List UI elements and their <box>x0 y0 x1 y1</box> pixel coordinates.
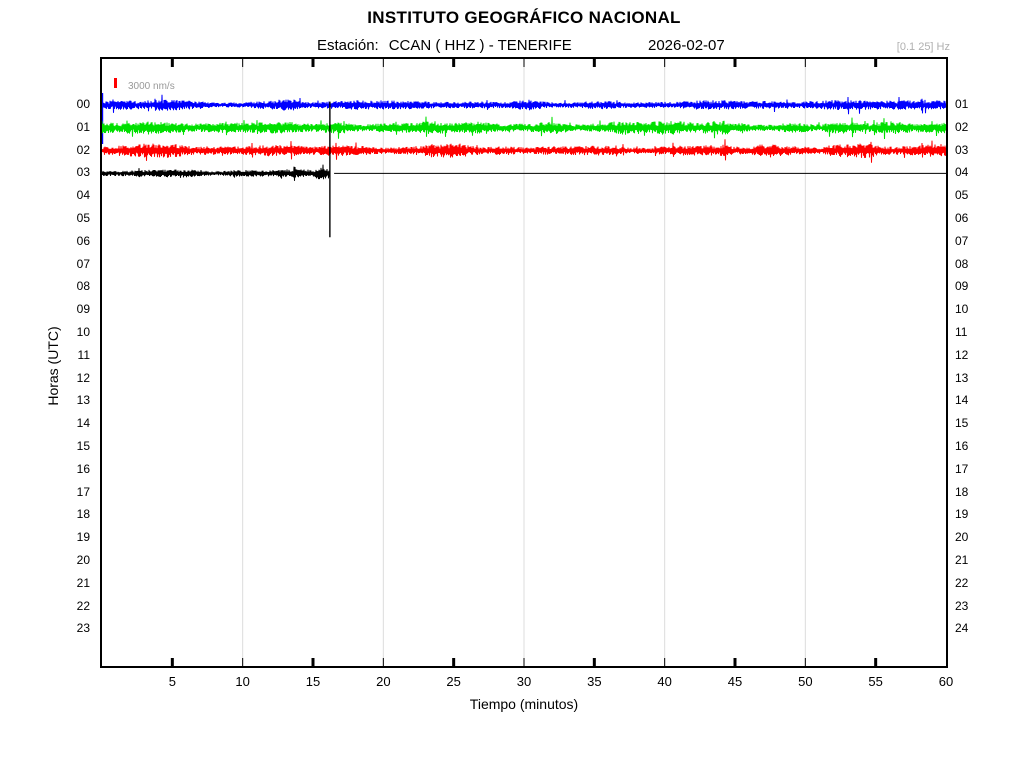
page-root: INSTITUTO GEOGRÁFICO NACIONAL Estación: C… <box>0 0 1024 768</box>
hour-label-right-11: 11 <box>955 325 968 339</box>
hour-label-left-10: 10 <box>76 325 90 339</box>
trace-hour-03 <box>102 164 330 181</box>
hour-label-right-05: 05 <box>955 188 969 203</box>
x-tick-label-25: 25 <box>446 674 461 689</box>
x-tick-label-5: 5 <box>168 674 176 689</box>
hour-label-right-18: 18 <box>955 484 969 499</box>
hour-label-left-12: 12 <box>76 370 90 385</box>
y-axis-label: Horas (UTC) <box>45 326 61 406</box>
hour-label-left-07: 07 <box>76 256 90 271</box>
x-tick-label-60: 60 <box>938 674 954 689</box>
hour-label-left-09: 09 <box>76 302 90 317</box>
x-tick-label-10: 10 <box>235 674 250 689</box>
x-tick-label-30: 30 <box>516 674 532 689</box>
hour-label-left-17: 17 <box>76 484 90 499</box>
plot-frame: 3000 nm/s <box>100 57 948 668</box>
x-tick-label-15: 15 <box>305 674 321 689</box>
hour-label-right-01: 01 <box>955 97 969 111</box>
hour-label-right-24: 24 <box>955 621 969 636</box>
hour-label-left-03: 03 <box>76 165 90 180</box>
hour-label-left-20: 20 <box>76 553 90 567</box>
seismogram-plot: 3000 nm/s <box>102 59 946 666</box>
hour-label-left-04: 04 <box>76 188 90 203</box>
hour-label-left-14: 14 <box>76 416 90 431</box>
hour-label-right-21: 21 <box>955 553 969 567</box>
station-value: CCAN ( HHZ ) - TENERIFE <box>388 37 572 54</box>
hour-label-right-14: 14 <box>955 393 969 408</box>
chart-title: INSTITUTO GEOGRÁFICO NACIONAL <box>367 8 681 27</box>
hour-label-left-00: 00 <box>76 97 90 111</box>
hour-label-right-20: 20 <box>955 530 969 545</box>
hour-label-right-22: 22 <box>955 575 969 590</box>
hour-label-right-13: 13 <box>955 370 969 385</box>
hour-label-right-23: 23 <box>955 598 969 613</box>
hour-label-right-12: 12 <box>955 347 969 362</box>
hour-label-left-15: 15 <box>76 439 90 453</box>
x-tick-label-55: 55 <box>868 674 883 689</box>
scale-marker-icon <box>114 78 117 88</box>
hour-label-left-16: 16 <box>76 461 90 476</box>
x-tick-label-20: 20 <box>376 674 391 689</box>
hour-label-left-08: 08 <box>76 279 90 294</box>
hour-label-right-15: 15 <box>955 416 969 431</box>
station-label: Estación: <box>317 37 379 54</box>
hour-label-right-10: 10 <box>955 302 969 317</box>
hour-label-left-11: 11 <box>77 347 90 362</box>
hour-label-left-02: 02 <box>76 142 90 157</box>
x-tick-label-50: 50 <box>798 674 813 689</box>
hour-label-right-08: 08 <box>955 256 969 271</box>
hour-label-right-02: 02 <box>955 119 969 134</box>
hour-label-right-17: 17 <box>955 461 969 476</box>
hour-label-left-19: 19 <box>76 530 90 545</box>
hour-label-left-01: 01 <box>76 119 90 134</box>
scale-legend-label: 3000 nm/s <box>128 81 175 92</box>
hour-label-left-21: 21 <box>76 575 90 590</box>
hour-label-right-16: 16 <box>955 439 969 453</box>
date-label: 2026-02-07 <box>648 37 725 54</box>
hour-label-left-18: 18 <box>76 507 90 522</box>
hour-label-left-06: 06 <box>76 233 90 248</box>
hour-label-left-23: 23 <box>76 621 90 636</box>
hour-label-left-22: 22 <box>76 598 90 613</box>
filter-band-label: [0.1 25] Hz <box>896 41 950 53</box>
hour-label-left-05: 05 <box>76 211 90 225</box>
station-line: Estación: CCAN ( HHZ ) - TENERIFE <box>317 37 572 54</box>
hour-label-right-09: 09 <box>955 279 969 294</box>
hour-label-left-13: 13 <box>76 393 90 408</box>
hour-label-right-07: 07 <box>955 233 969 248</box>
hour-label-right-03: 03 <box>955 142 969 157</box>
hour-label-right-04: 04 <box>955 165 969 180</box>
x-axis-label: Tiempo (minutos) <box>469 696 579 712</box>
hour-label-right-06: 06 <box>955 211 969 225</box>
x-tick-label-40: 40 <box>657 674 672 689</box>
hour-label-right-19: 19 <box>955 507 969 522</box>
x-tick-label-35: 35 <box>587 674 602 689</box>
x-tick-label-45: 45 <box>727 674 743 689</box>
